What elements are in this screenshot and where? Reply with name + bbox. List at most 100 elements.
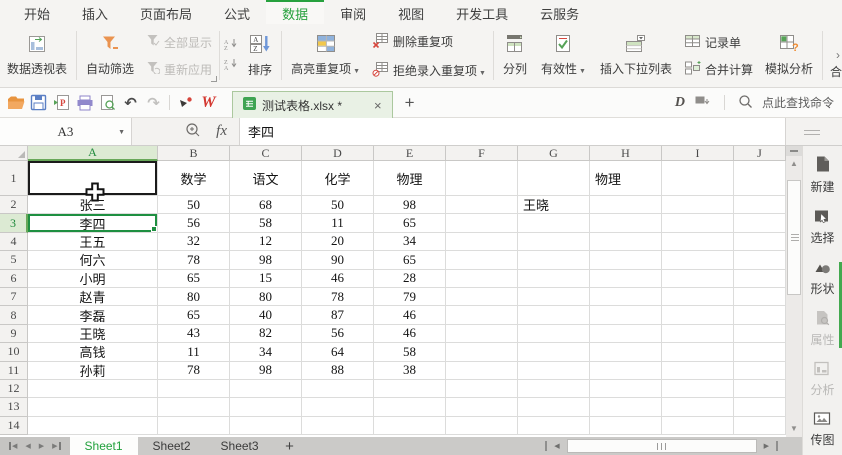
cell-C9[interactable]: 82	[230, 324, 302, 344]
tab-page-layout[interactable]: 页面布局	[124, 0, 208, 24]
cell-I14[interactable]	[662, 416, 734, 436]
cell-H9[interactable]	[590, 324, 662, 344]
cell-H8[interactable]	[590, 306, 662, 325]
add-sheet-button[interactable]: +	[274, 437, 306, 455]
sheet-tab-sheet1[interactable]: Sheet1	[69, 437, 138, 455]
cell-D3[interactable]: 11	[302, 214, 374, 233]
next-sheet-icon[interactable]: ▶	[39, 442, 44, 450]
sheet-tab-sheet3[interactable]: Sheet3	[206, 437, 274, 455]
cell-G7[interactable]	[518, 287, 590, 307]
export-pdf-button[interactable]: P	[50, 92, 73, 114]
cell-J9[interactable]	[734, 324, 786, 344]
cell-D7[interactable]: 78	[302, 287, 374, 307]
first-sheet-icon[interactable]: ◀	[9, 442, 17, 450]
sort-desc-icon[interactable]: ZA	[224, 58, 239, 73]
cell-I13[interactable]	[662, 398, 734, 417]
scroll-down-icon[interactable]: ▼	[786, 422, 802, 435]
cell-F1[interactable]	[446, 161, 518, 196]
cell-G1[interactable]	[518, 161, 590, 196]
cell-E9[interactable]: 46	[374, 324, 446, 344]
cell-G5[interactable]	[518, 251, 590, 270]
cell-J2[interactable]	[734, 196, 786, 215]
cell-F3[interactable]	[446, 214, 518, 233]
cell-C11[interactable]: 98	[230, 361, 302, 380]
cell-A11[interactable]: 孙莉	[28, 361, 158, 380]
sheet-tab-sheet2[interactable]: Sheet2	[138, 437, 206, 455]
cell-D14[interactable]	[302, 416, 374, 436]
cell-E5[interactable]: 65	[374, 251, 446, 270]
cell-F6[interactable]	[446, 269, 518, 288]
ribbon-expand-chevron-icon[interactable]: ›	[836, 48, 840, 62]
open-button[interactable]	[4, 92, 27, 114]
tab-view[interactable]: 视图	[382, 0, 440, 24]
print-button[interactable]	[73, 92, 96, 114]
print-preview-button[interactable]	[96, 92, 119, 114]
cell-C4[interactable]: 12	[230, 232, 302, 252]
cell-J1[interactable]	[734, 161, 786, 196]
cell-J13[interactable]	[734, 398, 786, 417]
formula-bar-collapse-handle[interactable]	[786, 118, 842, 145]
row-header-13[interactable]: 13	[0, 398, 28, 417]
cell-E2[interactable]: 98	[374, 196, 446, 215]
cell-D11[interactable]: 88	[302, 361, 374, 380]
save-button[interactable]	[27, 92, 50, 114]
cell-G8[interactable]	[518, 306, 590, 325]
row-header-3[interactable]: 3	[0, 214, 28, 233]
cell-H12[interactable]	[590, 379, 662, 399]
cell-C7[interactable]: 80	[230, 287, 302, 307]
tab-insert[interactable]: 插入	[66, 0, 124, 24]
tab-dev-tools[interactable]: 开发工具	[440, 0, 524, 24]
tab-home[interactable]: 开始	[8, 0, 66, 24]
cell-J14[interactable]	[734, 416, 786, 436]
close-document-icon[interactable]: ×	[374, 98, 382, 113]
auto-filter-button[interactable]: 自动筛选	[79, 24, 141, 87]
cell-I1[interactable]	[662, 161, 734, 196]
highlight-duplicates-button[interactable]: 高亮重复项 ▼	[284, 24, 367, 87]
cell-J11[interactable]	[734, 361, 786, 380]
row-header-6[interactable]: 6	[0, 269, 28, 288]
sort-button[interactable]: AZ 排序	[241, 24, 279, 87]
cell-A13[interactable]	[28, 398, 158, 417]
tab-data[interactable]: 数据	[266, 0, 325, 24]
cell-D9[interactable]: 56	[302, 324, 374, 344]
cell-F10[interactable]	[446, 343, 518, 362]
vertical-scrollbar[interactable]: ▲ ▼	[786, 146, 802, 437]
cell-A8[interactable]: 李磊	[28, 306, 158, 325]
cell-G10[interactable]	[518, 343, 590, 362]
row-header-5[interactable]: 5	[0, 251, 28, 270]
cell-B11[interactable]: 78	[158, 361, 230, 380]
cell-F13[interactable]	[446, 398, 518, 417]
panel-item-upload-image[interactable]: 传图	[810, 411, 835, 448]
cell-E11[interactable]: 38	[374, 361, 446, 380]
cell-B3[interactable]: 56	[158, 214, 230, 233]
cell-A10[interactable]: 高钱	[28, 343, 158, 362]
cell-A14[interactable]	[28, 416, 158, 436]
cell-E3[interactable]: 65	[374, 214, 446, 233]
cell-I5[interactable]	[662, 251, 734, 270]
cell-J6[interactable]	[734, 269, 786, 288]
cell-I3[interactable]	[662, 214, 734, 233]
search-icon[interactable]	[738, 94, 753, 112]
row-header-1[interactable]: 1	[0, 161, 28, 196]
cell-H5[interactable]	[590, 251, 662, 270]
col-header-I[interactable]: I	[662, 146, 734, 161]
cell-A12[interactable]	[28, 379, 158, 399]
validation-button[interactable]: 有效性 ▼	[534, 24, 593, 87]
cell-C5[interactable]: 98	[230, 251, 302, 270]
cell-D4[interactable]: 20	[302, 232, 374, 252]
cell-C12[interactable]	[230, 379, 302, 399]
cell-C8[interactable]: 40	[230, 306, 302, 325]
tab-formulas[interactable]: 公式	[208, 0, 266, 24]
cell-C3[interactable]: 58	[230, 214, 302, 233]
cell-A3[interactable]: 李四	[28, 214, 158, 233]
cell-B1[interactable]: 数学	[158, 161, 230, 196]
cell-H1[interactable]: 物理	[590, 161, 662, 196]
cell-H3[interactable]	[590, 214, 662, 233]
cell-I7[interactable]	[662, 287, 734, 307]
save-status-icon[interactable]	[694, 95, 711, 111]
vertical-scroll-thumb[interactable]	[787, 180, 801, 295]
cell-B6[interactable]: 65	[158, 269, 230, 288]
cell-H14[interactable]	[590, 416, 662, 436]
assistant-icon[interactable]: D	[675, 95, 685, 111]
cell-C2[interactable]: 68	[230, 196, 302, 215]
